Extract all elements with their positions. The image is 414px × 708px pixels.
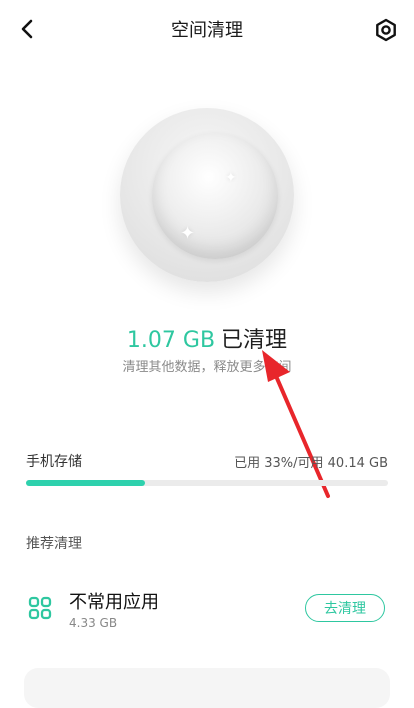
settings-button[interactable] xyxy=(372,16,400,44)
next-recommend-card[interactable] xyxy=(24,668,390,708)
recommend-item-name: 不常用应用 xyxy=(69,592,159,613)
storage-orb-inner xyxy=(152,133,278,259)
clean-subtitle: 清理其他数据，释放更多空间 xyxy=(122,360,292,375)
apps-grid-icon xyxy=(28,596,52,620)
gear-icon xyxy=(376,18,396,42)
recommend-item-size: 4.33 GB xyxy=(69,616,118,630)
go-clean-button[interactable]: 去清理 xyxy=(305,594,385,622)
page-title: 空间清理 xyxy=(171,20,243,41)
storage-label: 手机存储 xyxy=(26,454,82,470)
recommend-section-title: 推荐清理 xyxy=(26,536,82,552)
sparkle-icon: ✦ xyxy=(180,223,196,244)
sparkle-icon: ✦ xyxy=(225,170,237,186)
storage-progress-fill xyxy=(26,480,146,486)
cleaned-summary: 1.07 GB 已清理 xyxy=(0,322,414,354)
cleaned-amount: 1.07 GB xyxy=(126,328,216,353)
storage-usage: 已用 33%/可用 40.14 GB xyxy=(234,456,388,471)
